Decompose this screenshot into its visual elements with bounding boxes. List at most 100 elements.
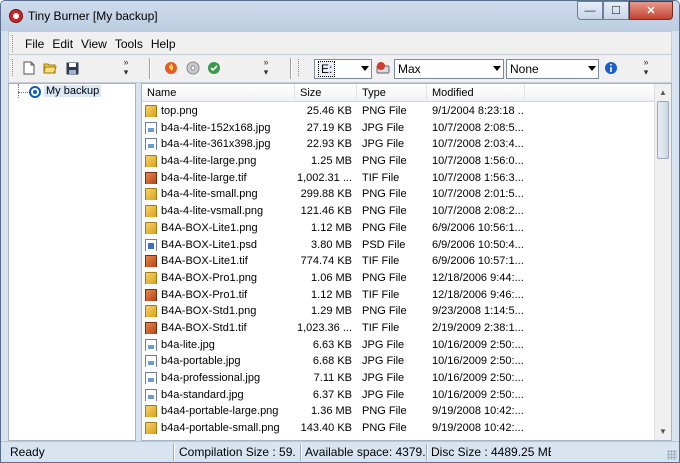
file-row[interactable]: B4A-BOX-Lite1.tif 774.74 KB TIF File 6/9/20… (142, 253, 655, 270)
file-modified: 10/16/2009 2:50:... (432, 338, 524, 351)
column-header-name[interactable]: Name (142, 84, 295, 102)
jpg-file-icon (145, 338, 157, 351)
toolbar-overflow-chevron-icon-3[interactable]: » (641, 57, 651, 67)
file-list[interactable]: Name Size Type Modified top.png 25.46 KB P… (141, 83, 672, 441)
file-type: PNG File (362, 405, 407, 418)
file-row[interactable]: b4a-lite.jpg 6.63 KB JPG File 10/16/2009 2:… (142, 337, 655, 354)
toolbar-dropdown-chevron-icon-2[interactable]: ▾ (261, 67, 271, 77)
save-disk-icon[interactable] (65, 61, 79, 75)
write-speed-select[interactable]: Max (394, 59, 504, 79)
file-row[interactable]: B4A-BOX-Pro1.png 1.06 MB PNG File 12/18/200… (142, 270, 655, 287)
file-size: 1.12 MB (311, 221, 352, 234)
drive-properties-icon[interactable] (376, 61, 390, 75)
file-row[interactable]: b4a-4-lite-small.png 299.88 KB PNG File 10/… (142, 186, 655, 203)
file-row[interactable]: b4a-portable.jpg 6.68 KB JPG File 10/16/200… (142, 353, 655, 370)
erase-disc-icon[interactable] (186, 61, 200, 75)
tif-file-icon (145, 171, 157, 184)
toolbar-grip-handle[interactable] (12, 59, 15, 76)
minimize-button[interactable]: — (577, 1, 603, 20)
status-compilation-size: Compilation Size : 59. (179, 445, 296, 459)
menu-edit[interactable]: Edit (48, 37, 77, 51)
file-row[interactable]: b4a-4-lite-152x168.jpg 27.19 KB JPG File 10… (142, 120, 655, 137)
maximize-button[interactable]: ☐ (603, 1, 629, 20)
file-name: B4A-BOX-Std1.png (145, 305, 295, 318)
file-type: PSD File (362, 238, 406, 251)
tree-item-my-backup[interactable]: My backup (44, 85, 102, 97)
file-type: JPG File (362, 388, 405, 401)
app-logo-icon[interactable] (9, 9, 23, 23)
png-file-icon (145, 155, 157, 168)
file-name-text: b4a-professional.jpg (161, 372, 261, 384)
file-name-text: B4A-BOX-Std1.tif (161, 321, 247, 334)
file-row[interactable]: b4a-4-lite-361x398.jpg 22.93 KB JPG File 10… (142, 136, 655, 153)
file-row[interactable]: b4a4-portable-large.png 1.36 MB PNG File 9/… (142, 403, 655, 420)
menu-grip-handle[interactable] (12, 35, 15, 52)
file-name: B4A-BOX-Lite1.psd (145, 238, 295, 251)
file-name-text: b4a-4-lite-large.png (161, 155, 257, 168)
file-modified: 9/1/2004 8:23:18 ... (432, 105, 524, 117)
file-name-text: b4a4-portable-large.png (161, 405, 279, 418)
file-size: 22.93 KB (306, 138, 352, 151)
file-size: 27.19 KB (306, 121, 352, 134)
file-modified: 10/16/2009 2:50:... (432, 355, 524, 368)
column-header-type[interactable]: Type (357, 84, 427, 102)
file-name: b4a-4-lite-large.tif (145, 171, 295, 184)
toolbar-overflow-chevron-icon[interactable]: » (121, 57, 131, 67)
file-name: B4A-BOX-Lite1.png (145, 221, 295, 234)
file-name: top.png (145, 105, 295, 117)
file-row[interactable]: B4A-BOX-Lite1.png 1.12 MB PNG File 6/9/2006… (142, 220, 655, 237)
drive-select[interactable]: E: (314, 59, 372, 79)
file-row[interactable]: b4a-4-lite-large.tif 1,002.31 ... TIF File… (142, 170, 655, 187)
file-name-text: top.png (161, 105, 198, 117)
file-row[interactable]: B4A-BOX-Std1.tif 1,023.36 ... TIF File 2/19… (142, 320, 655, 337)
file-modified: 10/7/2008 2:08:5... (432, 121, 524, 134)
toolbar-dropdown-chevron-icon-3[interactable]: ▾ (641, 67, 651, 77)
burn-disc-icon[interactable] (164, 61, 178, 75)
psd-file-icon (145, 238, 157, 251)
file-row[interactable]: top.png 25.46 KB PNG File 9/1/2004 8:23:18 … (142, 103, 655, 120)
jpg-file-icon (145, 138, 157, 151)
file-size: 7.11 KB (313, 372, 352, 384)
scroll-thumb[interactable] (657, 101, 669, 159)
toolbar-dropdown-chevron-icon[interactable]: ▾ (121, 67, 131, 77)
toolbar-grip-handle-2[interactable] (298, 59, 301, 76)
file-type: PNG File (362, 271, 407, 284)
file-row[interactable]: b4a4-portable-small.png 143.40 KB PNG File… (142, 420, 655, 437)
file-size: 121.46 KB (300, 205, 352, 218)
scroll-up-icon[interactable]: ▲ (655, 84, 671, 101)
file-row[interactable]: b4a-4-lite-large.png 1.25 MB PNG File 10/7/… (142, 153, 655, 170)
column-header-modified[interactable]: Modified (427, 84, 525, 102)
toolbar-overflow-chevron-icon-2[interactable]: » (261, 57, 271, 67)
project-tree[interactable]: My backup (8, 83, 136, 441)
resize-grip[interactable] (667, 450, 677, 460)
menu-file[interactable]: File (21, 37, 48, 51)
verify-disc-icon[interactable] (207, 61, 221, 75)
new-file-icon[interactable] (22, 61, 36, 75)
file-row[interactable]: b4a-4-lite-vsmall.png 121.46 KB PNG File 10… (142, 203, 655, 220)
menu-view[interactable]: View (77, 37, 111, 51)
file-name: B4A-BOX-Std1.tif (145, 321, 295, 334)
scroll-down-icon[interactable]: ▼ (655, 423, 671, 440)
file-row[interactable]: B4A-BOX-Pro1.tif 1.12 MB TIF File 12/18/200… (142, 287, 655, 304)
menu-tools[interactable]: Tools (111, 37, 147, 51)
file-name: B4A-BOX-Pro1.tif (145, 288, 295, 301)
jpg-file-icon (145, 388, 157, 401)
file-modified: 10/7/2008 2:01:5... (432, 188, 524, 201)
file-name-text: b4a-4-lite-small.png (161, 188, 258, 201)
file-type: JPG File (362, 338, 405, 351)
verify-mode-select[interactable]: None (506, 59, 599, 79)
info-icon[interactable] (604, 61, 618, 75)
png-file-icon (145, 422, 157, 435)
vertical-scrollbar[interactable]: ▲ ▼ (654, 84, 671, 440)
file-name-text: B4A-BOX-Lite1.tif (161, 255, 248, 268)
title-bar[interactable]: Tiny Burner [My backup] — ☐ ✕ (1, 1, 679, 31)
column-header-size[interactable]: Size (295, 84, 357, 102)
file-row[interactable]: B4A-BOX-Lite1.psd 3.80 MB PSD File 6/9/2006… (142, 237, 655, 254)
file-row[interactable]: b4a-standard.jpg 6.37 KB JPG File 10/16/200… (142, 387, 655, 404)
close-button[interactable]: ✕ (629, 1, 673, 20)
menu-help[interactable]: Help (147, 37, 180, 51)
file-row[interactable]: b4a-professional.jpg 7.11 KB JPG File 10/16… (142, 370, 655, 387)
file-row[interactable]: B4A-BOX-Std1.png 1.29 MB PNG File 9/23/2008… (142, 303, 655, 320)
file-list-rows: top.png 25.46 KB PNG File 9/1/2004 8:23:18 … (142, 103, 655, 437)
open-folder-icon[interactable] (43, 61, 57, 75)
